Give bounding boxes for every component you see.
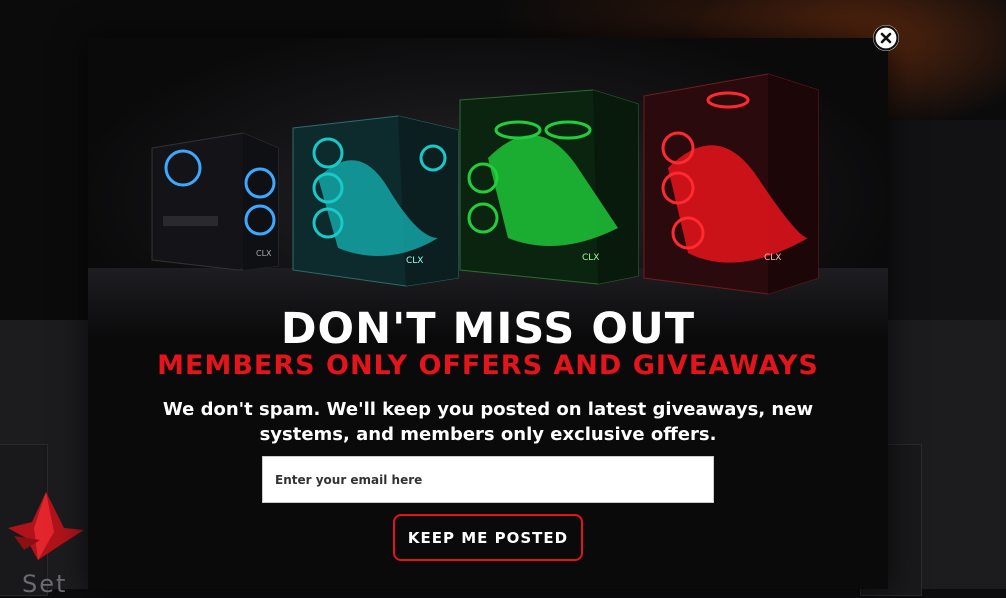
case-label: CLX: [256, 249, 272, 258]
pc-case-red: CLX: [643, 73, 819, 295]
email-input[interactable]: [262, 456, 714, 503]
case-label: CLX: [406, 256, 423, 266]
background-band: [888, 120, 1006, 320]
hero-image: CLX CLX CLX CLX: [88, 38, 888, 338]
clx-logo-icon: [8, 492, 84, 560]
close-button[interactable]: [873, 25, 899, 51]
pc-case-green: CLX: [459, 89, 639, 285]
keep-me-posted-button[interactable]: KEEP ME POSTED: [393, 514, 583, 561]
case-label: CLX: [764, 253, 781, 263]
close-circle-icon: [873, 25, 899, 51]
pc-cases-illustration: CLX CLX CLX CLX: [88, 73, 888, 338]
pc-case-teal: CLX: [292, 115, 459, 287]
pc-case-blue: CLX: [151, 132, 279, 271]
modal-body-text: We don't spam. We'll keep you posted on …: [162, 399, 814, 445]
modal-headline: DON'T MISS OUT: [280, 304, 696, 354]
background-partial-text: Set: [22, 570, 68, 598]
case-label: CLX: [582, 253, 599, 263]
modal-subheadline: MEMBERS ONLY OFFERS AND GIVEAWAYS: [157, 350, 819, 381]
